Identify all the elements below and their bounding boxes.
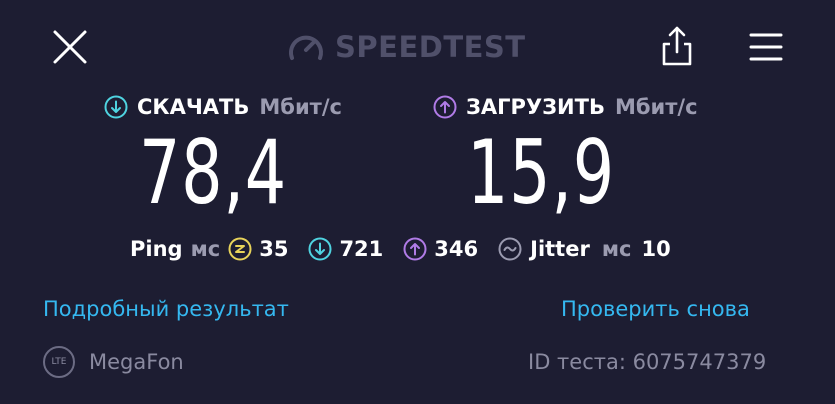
ping-unit: мс (190, 237, 221, 261)
brand-logo: SPEEDTEST (287, 27, 526, 67)
provider-info: LTE MegaFon (43, 344, 184, 380)
menu-button[interactable] (748, 29, 784, 65)
download-label: СКАЧАТЬ (137, 95, 250, 119)
ping-label: Ping (130, 237, 183, 261)
retest-link[interactable]: Проверить снова (561, 297, 750, 321)
jitter: Jitter мс 10 (498, 237, 671, 261)
test-id-info: ID теста: 6075747379 (528, 344, 766, 380)
arrow-up-circle-icon (433, 95, 457, 119)
jitter-unit: мс (601, 237, 632, 261)
top-bar: SPEEDTEST (0, 0, 835, 95)
close-icon (53, 30, 87, 64)
brand-name: SPEEDTEST (335, 30, 526, 64)
share-icon (662, 26, 692, 66)
jitter-label: Jitter (530, 237, 590, 261)
download-speed-value: 78,4 (139, 121, 287, 224)
ping-idle-value: 35 (259, 237, 289, 261)
latency-stats-row: Ping мс 35 721 346 Jitter мс 10 (130, 234, 671, 264)
close-button[interactable] (50, 27, 90, 67)
provider-name: MegaFon (89, 350, 184, 374)
arrow-down-circle-icon (104, 95, 128, 119)
jitter-value: 10 (641, 237, 671, 261)
upload-label: ЗАГРУЗИТЬ (466, 95, 605, 119)
detailed-result-link[interactable]: Подробный результат (43, 297, 289, 321)
speedometer-icon (289, 35, 323, 60)
ping-idle: 35 (228, 237, 288, 261)
jitter-wave-icon (498, 237, 522, 261)
test-id: ID теста: 6075747379 (528, 350, 767, 374)
download-heading: СКАЧАТЬ Мбит/с (104, 92, 342, 122)
arrow-up-circle-icon (403, 237, 427, 261)
hamburger-menu-icon (749, 33, 783, 61)
download-unit: Мбит/с (259, 95, 342, 119)
upload-heading: ЗАГРУЗИТЬ Мбит/с (433, 92, 698, 122)
arrow-down-circle-icon (308, 237, 332, 261)
upload-unit: Мбит/с (614, 95, 698, 119)
share-button[interactable] (658, 24, 696, 68)
idle-latency-icon (228, 237, 252, 261)
upload-speed-value: 15,9 (467, 121, 615, 224)
lte-network-icon: LTE (43, 346, 75, 378)
ping-upload: 346 (403, 237, 478, 261)
speedtest-result-screen: SPEEDTEST СКАЧАТЬ Мбит/с 78,4 ЗАГРУЗИТЬ … (0, 0, 835, 404)
ping-upload-value: 346 (434, 237, 479, 261)
ping-download: 721 (308, 237, 383, 261)
ping-download-value: 721 (339, 237, 384, 261)
